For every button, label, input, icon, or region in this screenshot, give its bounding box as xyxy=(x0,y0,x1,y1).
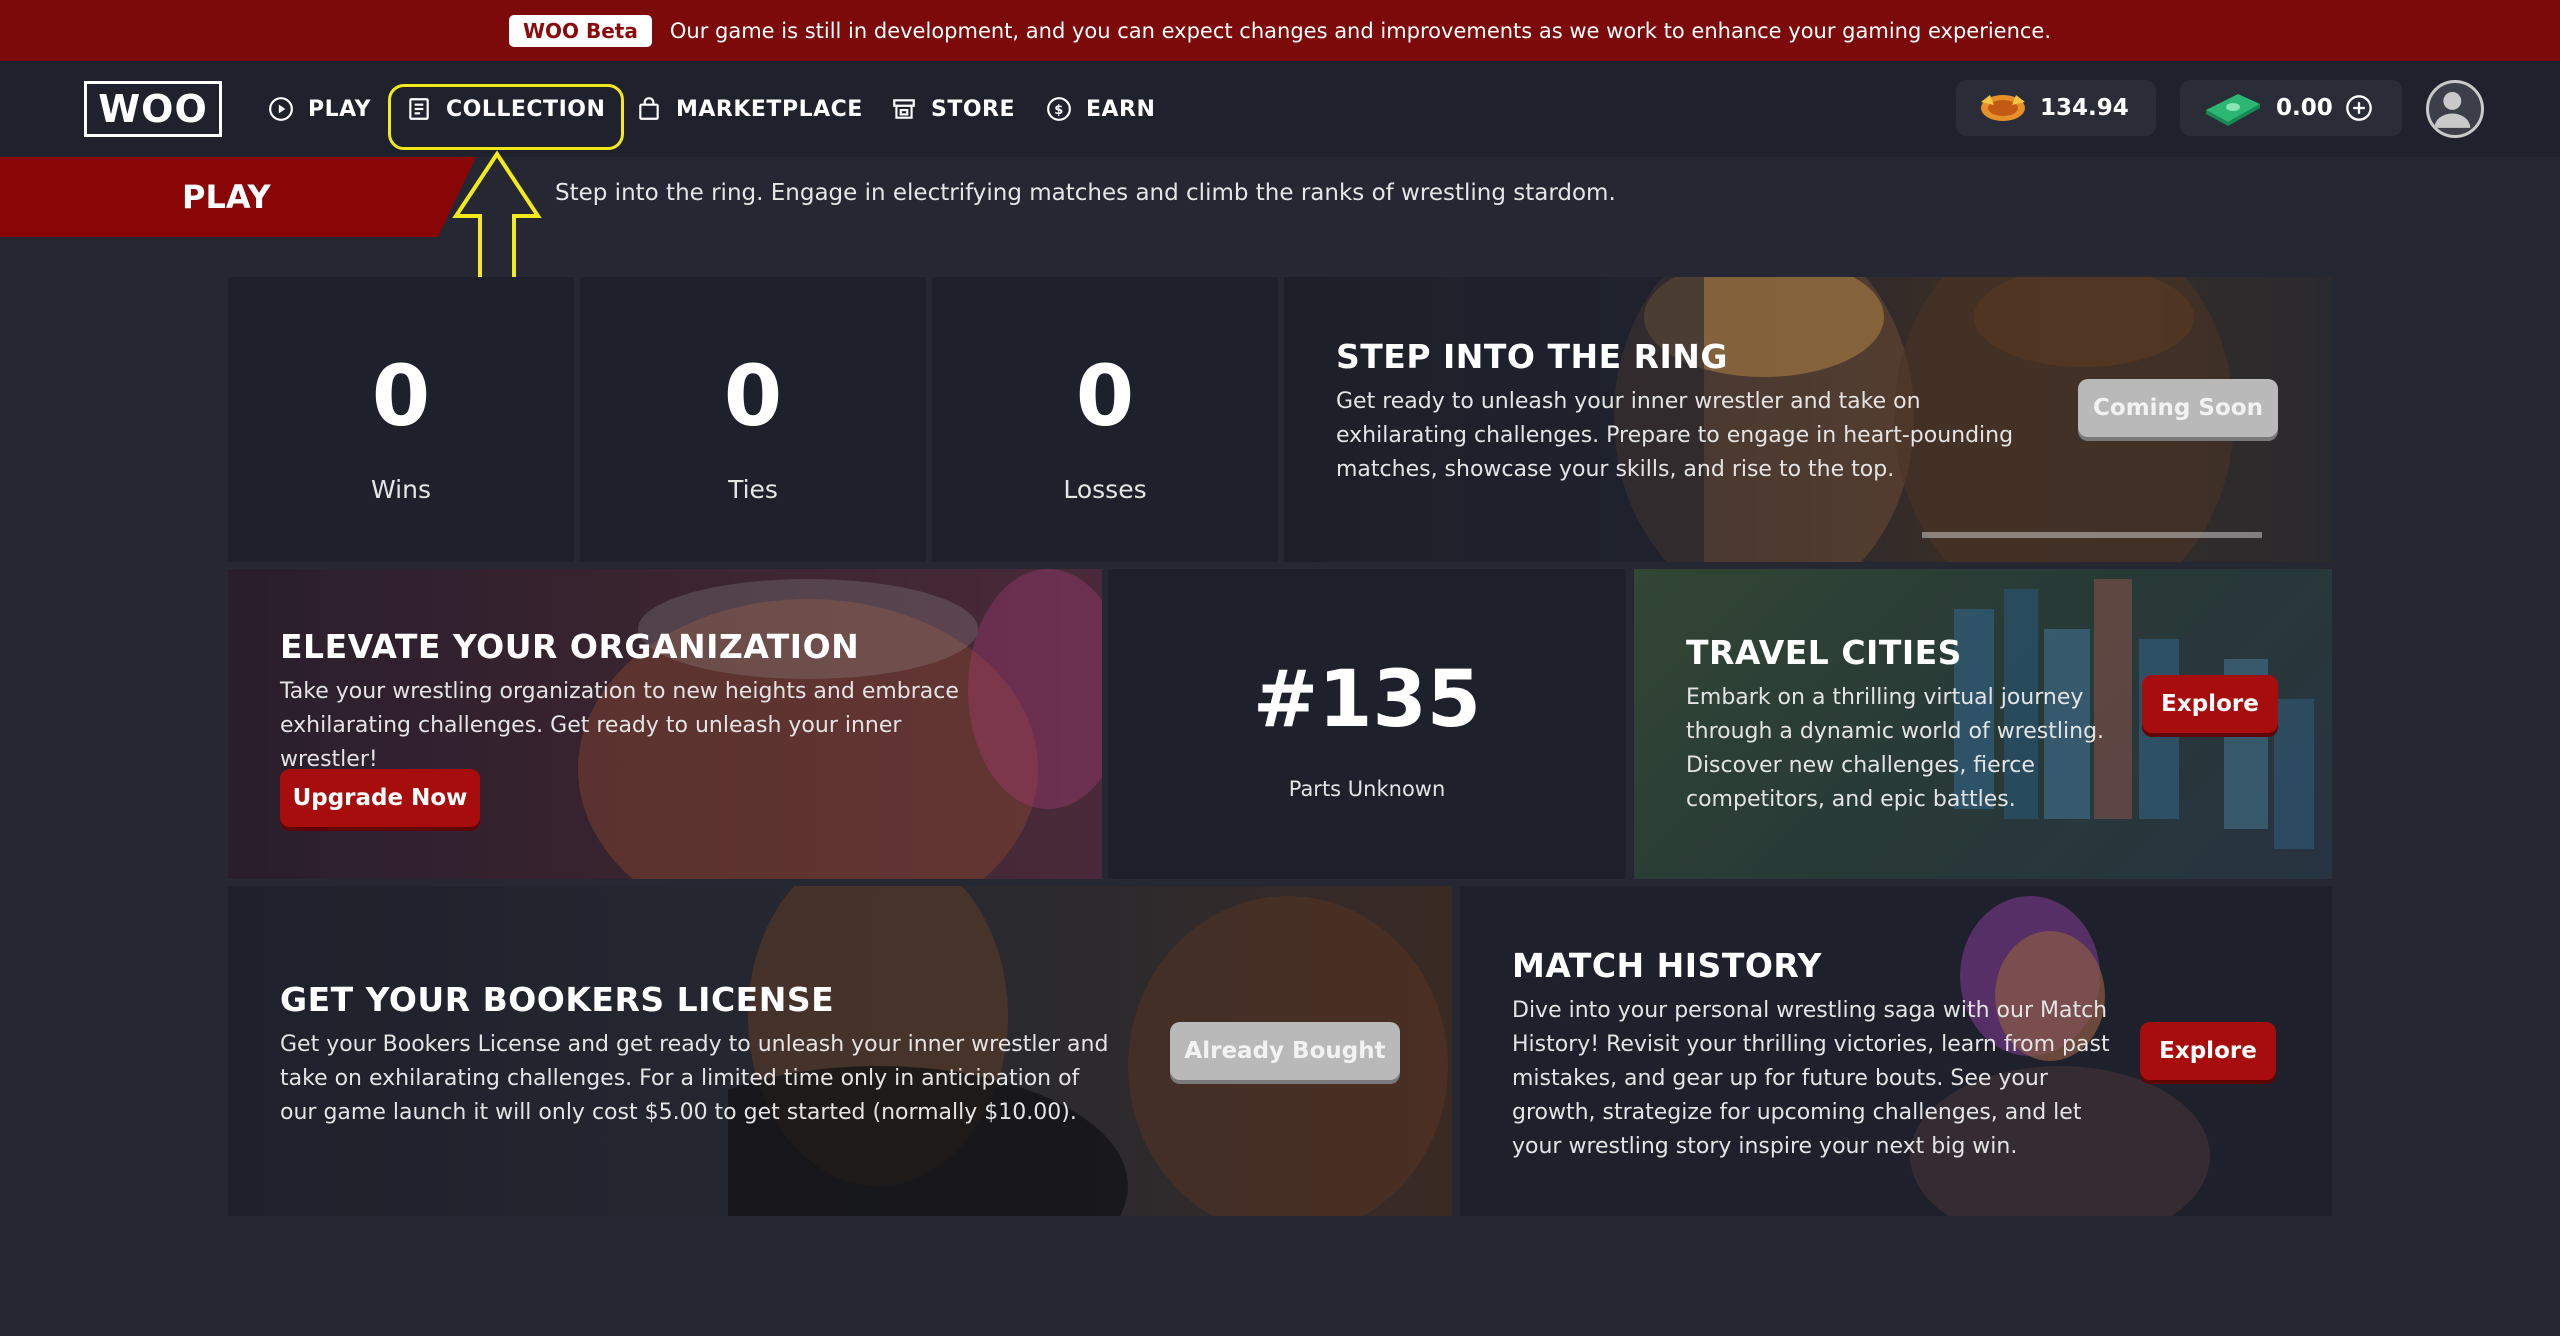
license-title: GET YOUR BOOKERS LICENSE xyxy=(280,980,835,1019)
ring-body: Get ready to unleash your inner wrestler… xyxy=(1336,389,2014,482)
cash-balance-value: 0.00 xyxy=(2276,95,2333,121)
page-title: PLAY xyxy=(0,157,476,237)
add-funds-icon[interactable] xyxy=(2345,94,2373,122)
page-subtitle: Step into the ring. Engage in electrifyi… xyxy=(555,180,1616,206)
match-history-card: MATCH HISTORY Dive into your personal wr… xyxy=(1460,886,2332,1216)
organization-body: Take your wrestling organization to new … xyxy=(280,679,959,772)
ring-title: STEP INTO THE RING xyxy=(1336,337,1728,376)
woo-logo[interactable]: WOO xyxy=(84,81,222,137)
nav-earn-label: EARN xyxy=(1086,96,1156,122)
woo-coin-icon xyxy=(1981,95,2025,121)
organization-title: ELEVATE YOUR ORGANIZATION xyxy=(280,627,860,666)
rank-location: Parts Unknown xyxy=(1288,777,1446,801)
woo-balance[interactable]: 134.94 xyxy=(1956,80,2156,136)
user-icon xyxy=(2434,91,2471,128)
play-circle-icon xyxy=(269,97,293,121)
collection-highlight-oval xyxy=(388,84,624,150)
beta-banner: WOO Beta Our game is still in developmen… xyxy=(0,0,2560,61)
woo-balance-value: 134.94 xyxy=(2040,95,2129,121)
user-avatar[interactable] xyxy=(2426,80,2484,138)
already-bought-button[interactable]: Already Bought xyxy=(1170,1022,1400,1080)
cash-stack-icon xyxy=(2206,94,2260,126)
stat-card-ties: 0 Ties xyxy=(580,277,926,562)
dollar-circle-icon: $ xyxy=(1047,97,1071,121)
nav-store-label: STORE xyxy=(931,96,1016,122)
nav-marketplace[interactable]: MARKETPLACE xyxy=(636,89,863,129)
store-icon xyxy=(893,99,915,119)
nav-earn[interactable]: $ EARN xyxy=(1046,89,1155,129)
stat-card-wins: 0 Wins xyxy=(228,277,574,562)
nav-marketplace-label: MARKETPLACE xyxy=(676,96,863,122)
elevate-organization-card: ELEVATE YOUR ORGANIZATION Take your wres… xyxy=(228,569,1102,879)
coming-soon-button[interactable]: Coming Soon xyxy=(2078,379,2278,437)
rank-card: #135 Parts Unknown xyxy=(1108,569,1626,879)
bookers-license-card: GET YOUR BOOKERS LICENSE Get your Booker… xyxy=(228,886,1452,1216)
losses-value: 0 xyxy=(1075,347,1135,445)
beta-badge: WOO Beta xyxy=(508,14,652,47)
travel-body: Embark on a thrilling virtual journey th… xyxy=(1686,685,2105,812)
svg-text:$: $ xyxy=(1054,103,1064,118)
travel-title: TRAVEL CITIES xyxy=(1686,633,1962,672)
step-into-ring-card: STEP INTO THE RING Get ready to unleash … xyxy=(1284,277,2332,562)
travel-cities-card: TRAVEL CITIES Embark on a thrilling virt… xyxy=(1634,569,2332,879)
page-title-text: PLAY xyxy=(182,178,271,216)
history-explore-button[interactable]: Explore xyxy=(2140,1022,2276,1080)
stat-card-losses: 0 Losses xyxy=(932,277,1278,562)
rank-value: #135 xyxy=(1252,655,1482,745)
top-nav: WOO PLAY COLLECTION MARKETPLACE STORE $ … xyxy=(0,61,2560,157)
cash-balance[interactable]: 0.00 xyxy=(2180,80,2402,136)
upgrade-now-button[interactable]: Upgrade Now xyxy=(280,769,480,827)
wins-label: Wins xyxy=(371,475,431,504)
nav-store[interactable]: STORE xyxy=(891,89,1015,129)
losses-label: Losses xyxy=(1063,475,1147,504)
history-body: Dive into your personal wrestling saga w… xyxy=(1512,998,2110,1159)
beta-message: Our game is still in development, and yo… xyxy=(669,18,2052,43)
ties-label: Ties xyxy=(728,475,778,504)
history-title: MATCH HISTORY xyxy=(1512,946,1822,985)
travel-explore-button[interactable]: Explore xyxy=(2142,675,2278,733)
license-body: Get your Bookers License and get ready t… xyxy=(280,1032,1109,1125)
bag-icon xyxy=(639,97,659,120)
ties-value: 0 xyxy=(723,347,783,445)
wins-value: 0 xyxy=(371,347,431,445)
nav-play-label: PLAY xyxy=(308,96,371,122)
nav-play[interactable]: PLAY xyxy=(268,89,371,129)
